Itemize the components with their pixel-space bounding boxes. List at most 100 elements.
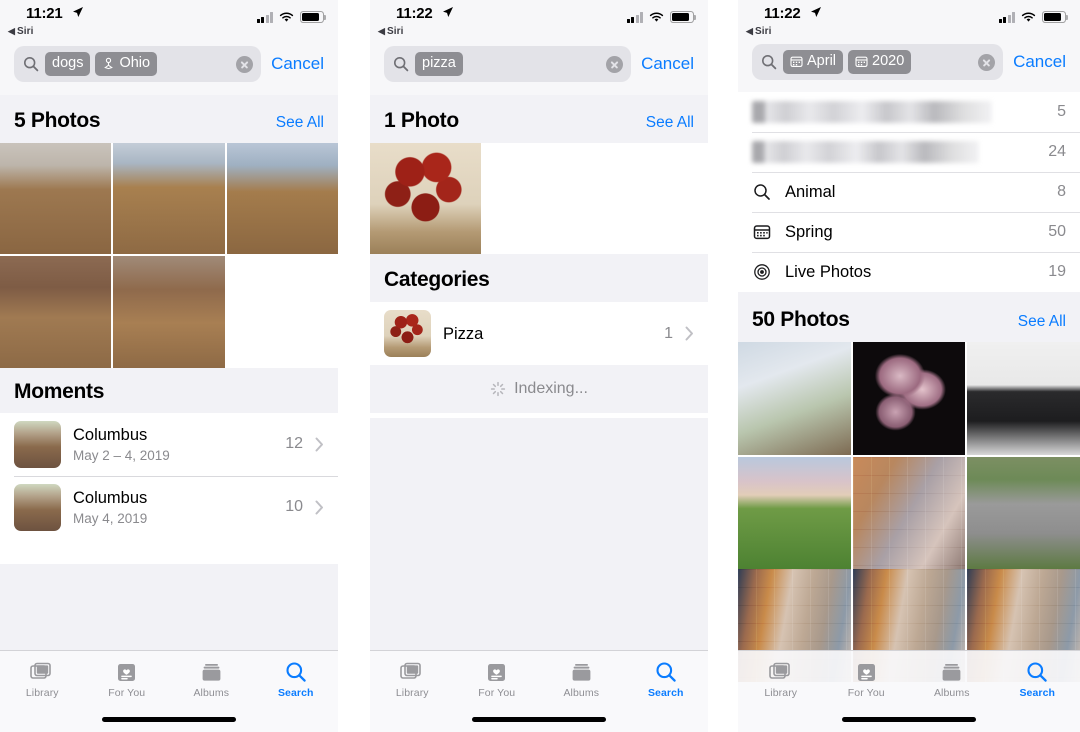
- tab-label: Search: [1019, 686, 1056, 699]
- back-to-siri-button[interactable]: ◀ Siri: [378, 26, 404, 37]
- list-item[interactable]: Pizza 1: [370, 302, 708, 365]
- photo-thumbnail[interactable]: [0, 256, 112, 368]
- list-item[interactable]: Columbus May 4, 2019 10: [0, 475, 338, 539]
- moment-date: May 2 – 4, 2019: [73, 448, 170, 463]
- status-indicators: [256, 11, 327, 23]
- back-label: Siri: [755, 26, 772, 37]
- search-icon: [761, 54, 777, 70]
- clear-icon[interactable]: [606, 55, 624, 73]
- tab-for-you[interactable]: For You: [824, 651, 910, 707]
- photo-grid-empty-slot: [226, 256, 338, 368]
- search-token-label: Ohio: [119, 55, 151, 72]
- tab-albums[interactable]: Albums: [539, 651, 624, 707]
- tab-library[interactable]: Library: [370, 651, 455, 707]
- tab-library[interactable]: Library: [0, 651, 85, 707]
- tab-list: Library For You Albums Search: [0, 651, 338, 707]
- phone-screen-april-2020: 11:22 ◀ Siri April 2020 Cancel 5 24 Anim…: [738, 0, 1080, 732]
- search-input[interactable]: dogs Ohio: [14, 46, 262, 82]
- list-item[interactable]: Live Photos 19: [738, 252, 1080, 292]
- cancel-button[interactable]: Cancel: [641, 54, 694, 74]
- photo-thumbnail[interactable]: [0, 143, 112, 255]
- tab-list: Library For You Albums Search: [370, 651, 708, 707]
- list-item[interactable]: Animal 8: [738, 172, 1080, 212]
- tab-bar: Library For You Albums Search: [738, 650, 1080, 732]
- home-indicator[interactable]: [472, 717, 606, 722]
- see-all-button[interactable]: See All: [646, 114, 694, 132]
- home-indicator[interactable]: [842, 717, 976, 722]
- search-token-dogs[interactable]: dogs: [45, 52, 91, 76]
- calendar-icon: [855, 55, 868, 68]
- back-to-siri-button[interactable]: ◀ Siri: [746, 26, 772, 37]
- spinner-icon: [490, 381, 506, 397]
- empty-space: [370, 418, 708, 650]
- search-token-pizza[interactable]: pizza: [415, 52, 463, 76]
- page-title: 50 Photos: [752, 308, 850, 331]
- search-token-april[interactable]: April: [783, 50, 844, 74]
- search-token-2020[interactable]: 2020: [848, 50, 912, 74]
- list-item[interactable]: Spring 50: [738, 212, 1080, 252]
- tab-for-you[interactable]: For You: [85, 651, 170, 707]
- photo-thumbnail[interactable]: [113, 256, 225, 368]
- search-input[interactable]: pizza: [384, 46, 632, 82]
- clear-icon[interactable]: [236, 55, 254, 73]
- cellular-signal-icon: [998, 11, 1015, 23]
- moments-list: Columbus May 2 – 4, 2019 12 Columbus May…: [0, 412, 338, 539]
- suggestion-label: Live Photos: [785, 262, 872, 281]
- tab-for-you[interactable]: For You: [455, 651, 540, 707]
- section-title: Moments: [14, 379, 105, 403]
- see-all-button[interactable]: See All: [276, 114, 324, 132]
- photo-thumbnail[interactable]: [226, 143, 338, 255]
- tab-search[interactable]: Search: [254, 651, 339, 707]
- tab-label: Search: [277, 686, 314, 699]
- tab-albums[interactable]: Albums: [909, 651, 995, 707]
- search-input[interactable]: April 2020: [752, 44, 1004, 80]
- search-token-label: April: [807, 53, 837, 70]
- section-title: Categories: [384, 268, 490, 292]
- tab-albums[interactable]: Albums: [169, 651, 254, 707]
- photo-stack-icon: [768, 660, 793, 683]
- albums-icon: [571, 660, 592, 683]
- photo-grid-empty-slot: [596, 143, 708, 255]
- suggestion-label: Animal: [785, 182, 836, 201]
- photo-thumbnail[interactable]: [113, 143, 225, 255]
- tab-search[interactable]: Search: [995, 651, 1080, 707]
- location-arrow-icon: [442, 6, 454, 21]
- photos-section-header: 5 Photos See All: [0, 95, 338, 143]
- battery-icon: [1042, 11, 1069, 23]
- tab-search[interactable]: Search: [624, 651, 709, 707]
- clear-icon[interactable]: [978, 53, 996, 71]
- list-item[interactable]: 5: [738, 92, 1080, 132]
- tab-label: For You: [108, 686, 146, 699]
- photo-grid: [0, 143, 338, 368]
- cancel-button[interactable]: Cancel: [271, 54, 324, 74]
- photo-thumbnail[interactable]: [738, 342, 851, 455]
- photo-thumbnail[interactable]: [852, 456, 966, 570]
- search-token-ohio[interactable]: Ohio: [95, 52, 158, 76]
- tab-label: For You: [478, 686, 516, 699]
- photo-thumbnail[interactable]: [738, 456, 851, 570]
- photo-grid: [370, 143, 708, 255]
- tab-label: Search: [647, 686, 684, 699]
- photo-thumbnail[interactable]: [967, 456, 1080, 570]
- search-tokens: pizza: [415, 52, 600, 76]
- tab-label: For You: [847, 686, 885, 699]
- location-arrow-icon: [810, 6, 822, 21]
- back-to-siri-button[interactable]: ◀ Siri: [8, 26, 34, 37]
- list-item[interactable]: Columbus May 2 – 4, 2019 12: [0, 413, 338, 476]
- moment-texts: Columbus May 4, 2019: [73, 488, 273, 526]
- moment-title: Columbus: [73, 489, 148, 508]
- search-token-label: dogs: [52, 55, 84, 72]
- search-bar: dogs Ohio Cancel: [0, 46, 338, 95]
- home-indicator[interactable]: [102, 717, 236, 722]
- photo-thumbnail[interactable]: [852, 342, 966, 455]
- cancel-button[interactable]: Cancel: [1013, 52, 1066, 72]
- for-you-icon: [486, 660, 507, 683]
- photo-thumbnail[interactable]: [967, 342, 1080, 455]
- status-indicators: [998, 11, 1069, 23]
- see-all-button[interactable]: See All: [1018, 313, 1066, 331]
- tab-library[interactable]: Library: [738, 651, 824, 707]
- list-item[interactable]: 24: [738, 132, 1080, 172]
- photo-thumbnail[interactable]: [370, 143, 482, 255]
- category-texts: Pizza: [443, 324, 652, 345]
- tab-bar: Library For You Albums Search: [370, 650, 708, 732]
